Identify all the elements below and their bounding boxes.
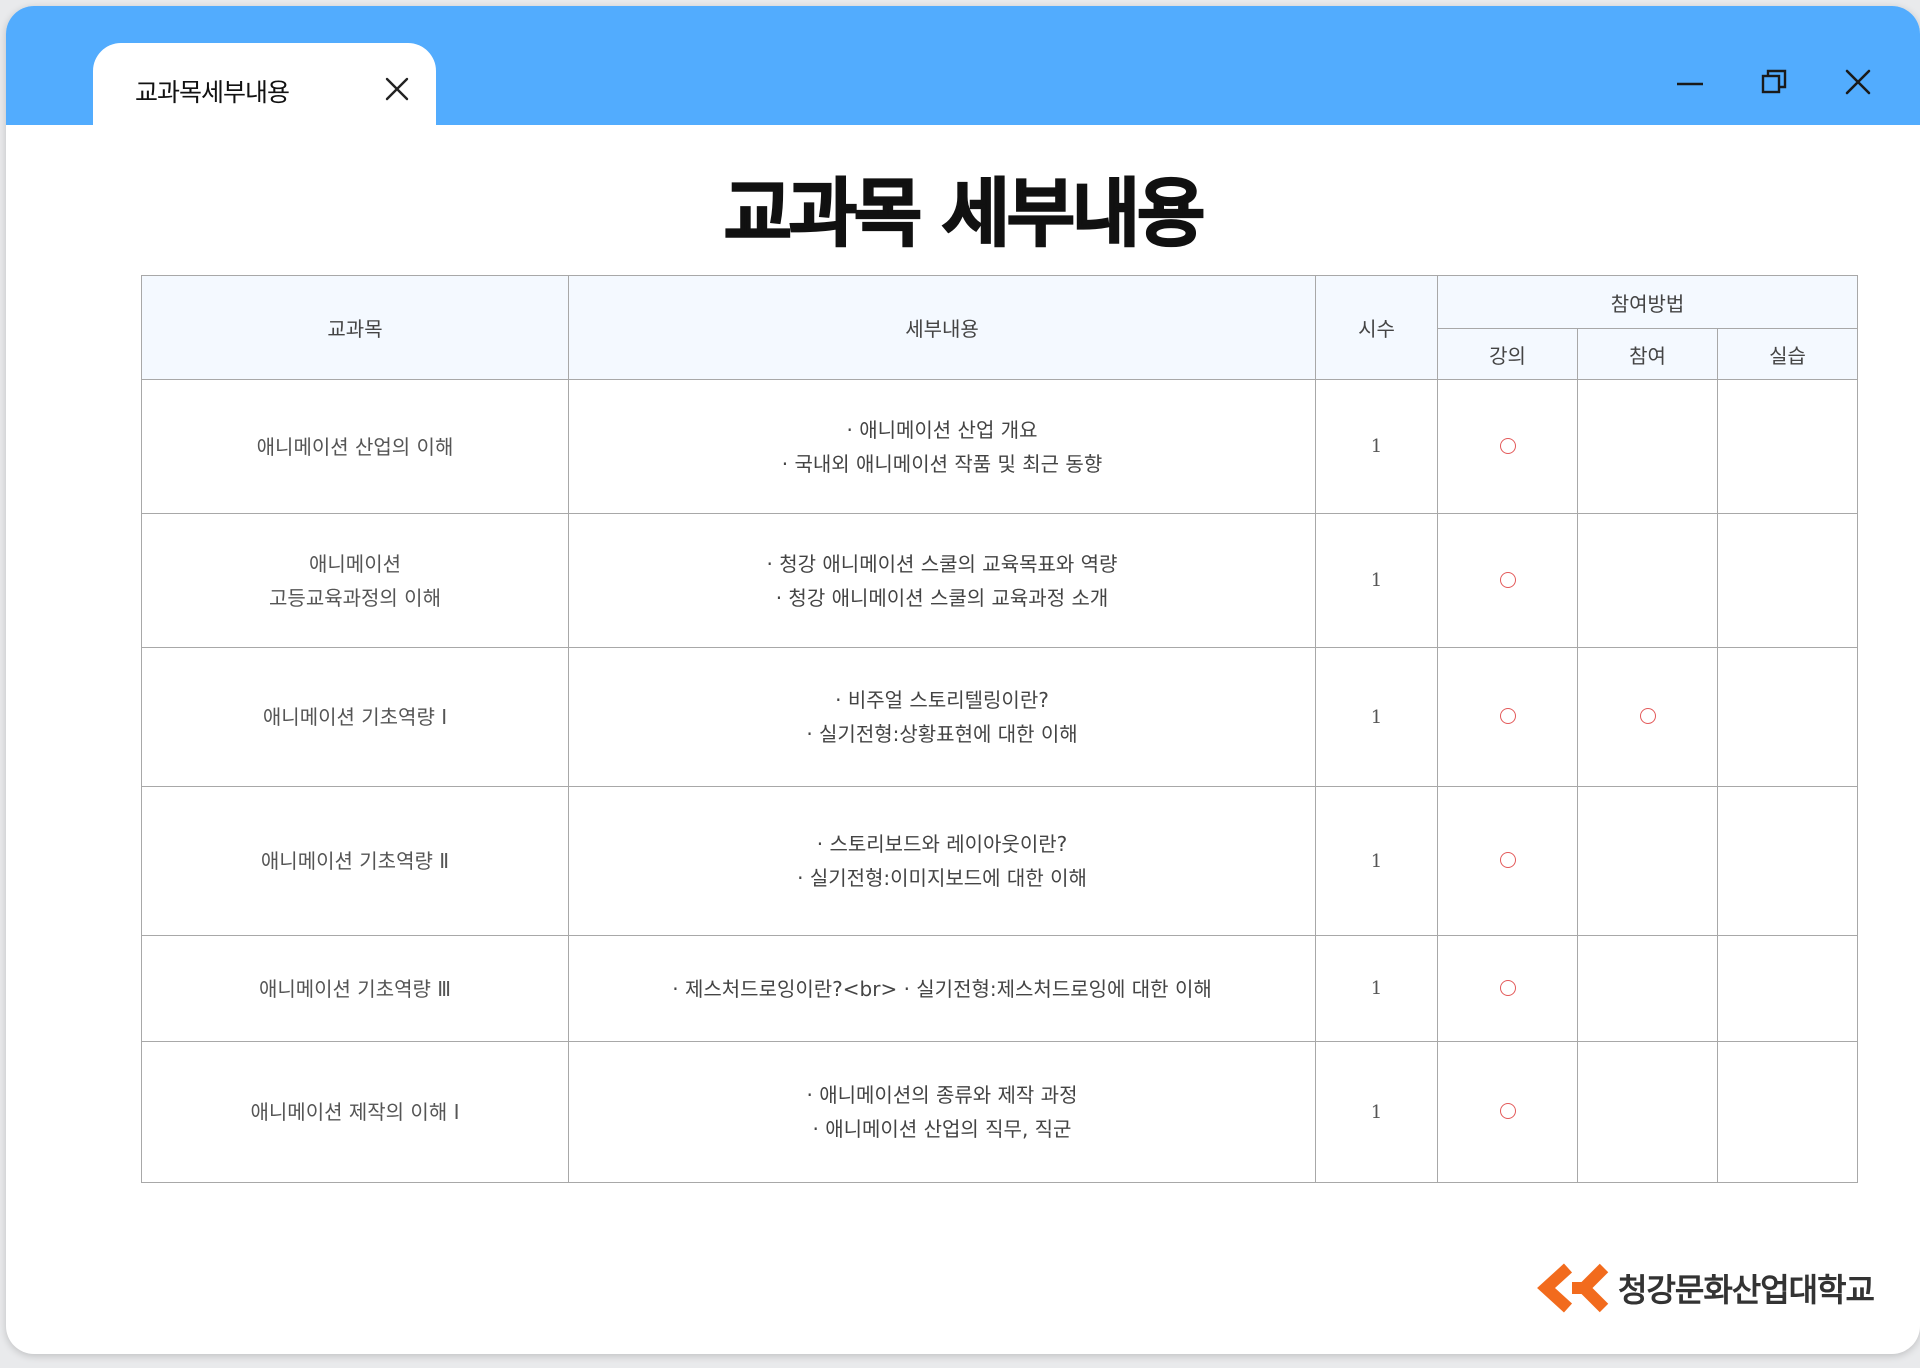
method-cell [1716, 935, 1859, 1042]
circle-mark-icon [1639, 708, 1656, 724]
curriculum-table: 교과목 세부내용 시수 참여방법 강의 참여 실습 애니메이션 산업의 이해 · … [141, 275, 1859, 1183]
header-hours: 시수 [1315, 275, 1438, 380]
circle-mark-icon [1499, 1103, 1516, 1119]
circle-mark-icon [1499, 852, 1516, 868]
detail-cell: · 청강 애니메이션 스쿨의 교육목표와 역량 · 청강 애니메이션 스쿨의 교육… [568, 513, 1316, 648]
table-row: 애니메이션 제작의 이해 Ⅰ · 애니메이션의 종류와 제작 과정 · 애니메이션 … [141, 1041, 1859, 1183]
method-cell [1716, 647, 1859, 787]
window-close-icon[interactable] [1842, 66, 1874, 98]
method-cell [1437, 513, 1578, 648]
detail-line: · 제스처드로잉이란?<br> · 실기전형:제스처드로잉에 대한 이해 [672, 976, 1212, 1001]
circle-mark-icon [1499, 437, 1516, 454]
close-icon[interactable] [383, 75, 411, 103]
table-row: 애니메이션 기초역량 Ⅱ · 스토리보드와 레이아웃이란? · 실기전형:이미지보드… [141, 786, 1859, 936]
method-cell [1577, 647, 1718, 787]
detail-line: · 청강 애니메이션 스쿨의 교육목표와 역량 [766, 551, 1118, 576]
header-method-group: 참여방법 [1436, 275, 1859, 329]
method-cell [1716, 1041, 1859, 1183]
detail-cell: · 스토리보드와 레이아웃이란? · 실기전형:이미지보드에 대한 이해 [568, 786, 1316, 936]
method-cell [1437, 1041, 1578, 1183]
method-cell [1437, 647, 1578, 787]
header-subject: 교과목 [141, 275, 569, 380]
method-cell [1577, 379, 1718, 514]
subject-cell: 애니메이션 기초역량 Ⅰ [141, 647, 569, 787]
title-bar: 교과목세부내용 [6, 6, 1920, 133]
detail-line: · 실기전형:상황표현에 대한 이해 [806, 722, 1078, 746]
subject-cell: 애니메이션 고등교육과정의 이해 [141, 513, 569, 648]
hours-cell: 1 [1315, 935, 1438, 1042]
header-detail: 세부내용 [568, 275, 1316, 380]
detail-line: · 청강 애니메이션 스쿨의 교육과정 소개 [775, 585, 1109, 610]
detail-cell: · 애니메이션의 종류와 제작 과정 · 애니메이션 산업의 직무, 직군 [568, 1041, 1316, 1183]
detail-line: · 애니메이션 산업 개요 [846, 417, 1038, 442]
header-method-participation: 참여 [1577, 328, 1718, 380]
table-row: 애니메이션 고등교육과정의 이해 · 청강 애니메이션 스쿨의 교육목표와 역량 ·… [141, 513, 1859, 648]
detail-cell: · 비주얼 스토리텔링이란? · 실기전형:상황표현에 대한 이해 [568, 647, 1316, 787]
table-row: 애니메이션 기초역량 Ⅰ · 비주얼 스토리텔링이란? · 실기전형:상황표현에 대… [141, 647, 1859, 787]
hours-cell: 1 [1315, 786, 1438, 936]
subject-cell: 애니메이션 기초역량 Ⅲ [141, 935, 569, 1042]
method-cell [1437, 379, 1578, 514]
restore-icon[interactable] [1758, 66, 1790, 98]
method-cell [1437, 786, 1578, 936]
subject-cell: 애니메이션 제작의 이해 Ⅰ [141, 1041, 569, 1183]
hours-cell: 1 [1315, 513, 1438, 648]
detail-cell: · 애니메이션 산업 개요 · 국내외 애니메이션 작품 및 최근 동향 [568, 379, 1316, 514]
subject-cell: 애니메이션 산업의 이해 [141, 379, 569, 514]
logo-text: 청강문화산업대학교 [1618, 1271, 1875, 1309]
hours-cell: 1 [1315, 647, 1438, 787]
circle-mark-icon [1499, 571, 1516, 588]
university-logo: 청강문화산업대학교 [1532, 1260, 1875, 1316]
tab-subject-details[interactable]: 교과목세부내용 [93, 43, 436, 133]
detail-line: · 실기전형:이미지보드에 대한 이해 [797, 866, 1087, 890]
hours-cell: 1 [1315, 1041, 1438, 1183]
tab-label: 교과목세부내용 [135, 78, 290, 107]
method-cell [1577, 513, 1718, 648]
header-method-practice: 실습 [1716, 328, 1859, 380]
page-title: 교과목 세부내용 [723, 170, 1206, 258]
minimize-icon[interactable] [1674, 66, 1706, 98]
method-cell [1716, 786, 1859, 936]
circle-mark-icon [1499, 979, 1516, 996]
detail-line: · 애니메이션 산업의 직무, 직군 [812, 1117, 1072, 1141]
detail-line: · 애니메이션의 종류와 제작 과정 [806, 1083, 1078, 1107]
table-row: 애니메이션 산업의 이해 · 애니메이션 산업 개요 · 국내외 애니메이션 작품 … [141, 379, 1859, 514]
detail-line: · 스토리보드와 레이아웃이란? [816, 832, 1068, 856]
method-cell [1577, 786, 1718, 936]
ck-logo-icon [1537, 1263, 1609, 1313]
detail-line: · 국내외 애니메이션 작품 및 최근 동향 [781, 451, 1103, 476]
app-window: 교과목세부내용 교과목 세부내용 교과목 세부내용 시수 참여방법 강의 참여 … [6, 6, 1920, 1354]
method-cell [1437, 935, 1578, 1042]
circle-mark-icon [1499, 708, 1516, 724]
detail-line: · 비주얼 스토리텔링이란? [835, 688, 1049, 712]
table-body: 애니메이션 산업의 이해 · 애니메이션 산업 개요 · 국내외 애니메이션 작품 … [141, 379, 1859, 1183]
header-method-lecture: 강의 [1437, 328, 1578, 380]
method-cell [1577, 935, 1718, 1042]
detail-cell: · 제스처드로잉이란?<br> · 실기전형:제스처드로잉에 대한 이해 [568, 935, 1316, 1042]
hours-cell: 1 [1315, 379, 1438, 514]
table-row: 애니메이션 기초역량 Ⅲ · 제스처드로잉이란?<br> · 실기전형:제스처드로… [141, 935, 1859, 1042]
subject-cell: 애니메이션 기초역량 Ⅱ [141, 786, 569, 936]
method-cell [1716, 513, 1859, 648]
method-cell [1716, 379, 1859, 514]
method-cell [1577, 1041, 1718, 1183]
